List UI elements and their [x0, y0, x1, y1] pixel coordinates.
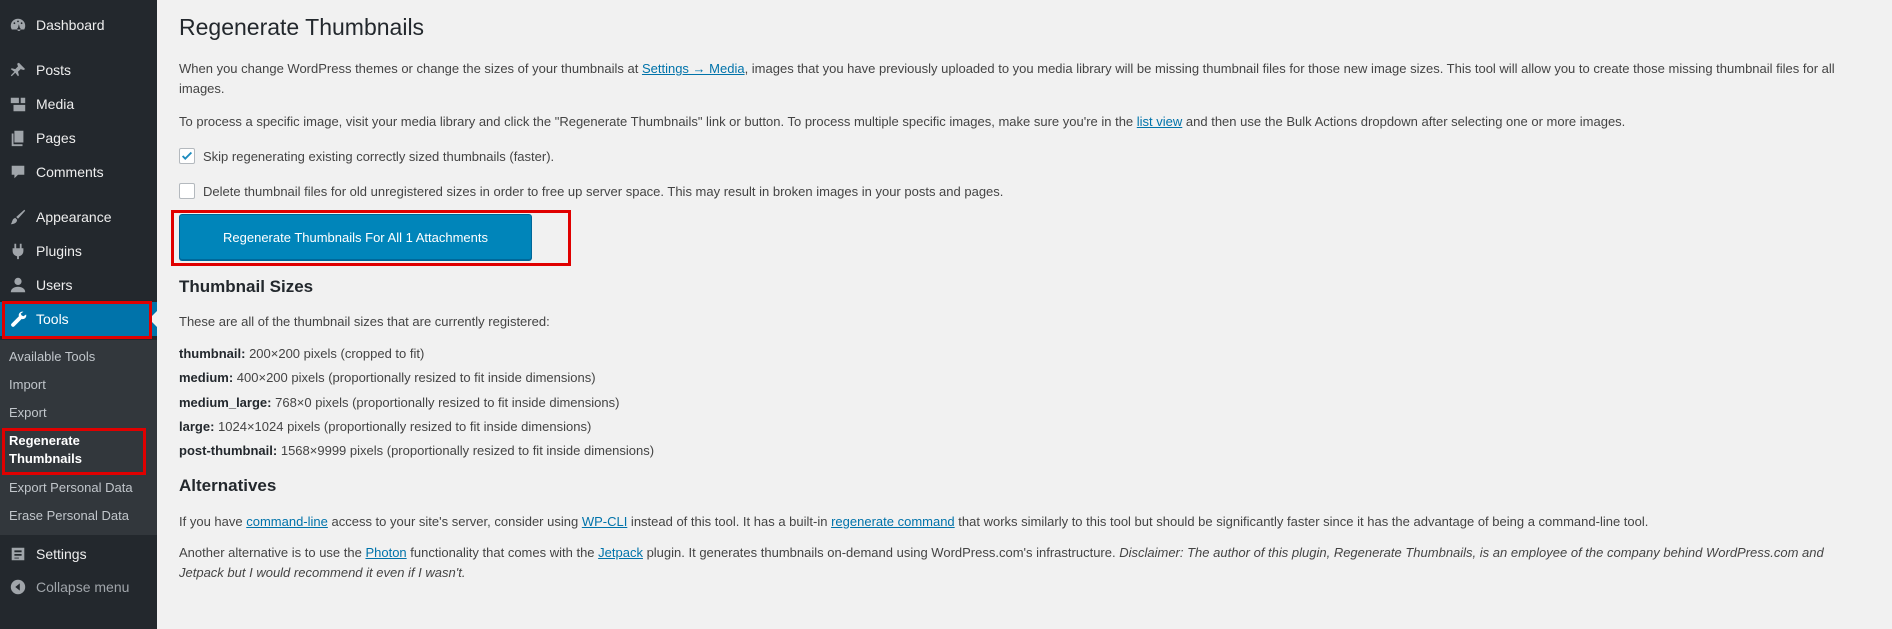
size-desc: 768×0 pixels (proportionally resized to …: [275, 395, 620, 410]
pushpin-icon: [0, 61, 36, 79]
sidebar-item-label: Dashboard: [36, 17, 105, 33]
checkmark-icon: [181, 151, 193, 160]
sidebar-item-label: Plugins: [36, 243, 82, 259]
sidebar-item-dashboard[interactable]: Dashboard: [0, 8, 157, 42]
photon-link[interactable]: Photon: [365, 545, 406, 560]
sidebar-item-label: Users: [36, 277, 73, 293]
alternatives-paragraph-2: Another alternative is to use the Photon…: [179, 543, 1869, 583]
settings-media-link[interactable]: Settings → Media: [642, 61, 745, 76]
pages-icon: [0, 129, 36, 147]
sidebar-item-label: Media: [36, 96, 75, 112]
alternatives-paragraph-1: If you have command-line access to your …: [179, 512, 1869, 532]
submenu-item-export[interactable]: Export: [9, 404, 149, 422]
list-view-link[interactable]: list view: [1137, 114, 1183, 129]
sidebar-item-appearance[interactable]: Appearance: [0, 200, 157, 234]
active-menu-arrow: [149, 311, 157, 327]
skip-existing-checkbox[interactable]: [179, 148, 195, 164]
delete-old-sizes-checkbox[interactable]: [179, 183, 195, 199]
collapse-icon: [0, 578, 36, 596]
size-desc: 200×200 pixels (cropped to fit): [249, 346, 425, 361]
regenerate-command-link[interactable]: regenerate command: [831, 514, 955, 529]
sidebar-item-label: Pages: [36, 130, 76, 146]
thumbnail-sizes-heading: Thumbnail Sizes: [179, 277, 314, 296]
skip-existing-option: Skip regenerating existing correctly siz…: [179, 148, 554, 164]
size-desc: 1024×1024 pixels (proportionally resized…: [218, 419, 592, 434]
admin-sidebar: Dashboard Posts Media Pages Comments App…: [0, 0, 157, 629]
size-name: medium_large:: [179, 395, 272, 410]
alt2-text: Another alternative is to use the: [179, 545, 366, 560]
jetpack-link[interactable]: Jetpack: [598, 545, 643, 560]
plugin-icon: [0, 242, 36, 260]
sidebar-item-label: Settings: [36, 546, 87, 562]
comment-icon: [0, 163, 36, 181]
sidebar-item-label: Posts: [36, 62, 72, 78]
submenu-item-available-tools[interactable]: Available Tools: [9, 348, 149, 366]
sidebar-item-settings[interactable]: Settings: [0, 537, 157, 571]
size-desc: 400×200 pixels (proportionally resized t…: [236, 370, 596, 385]
sidebar-item-label: Appearance: [36, 209, 112, 225]
page-title: Regenerate Thumbnails: [179, 14, 425, 40]
wp-cli-link[interactable]: WP-CLI: [582, 514, 628, 529]
submenu-item-export-personal-data[interactable]: Export Personal Data: [9, 479, 149, 497]
media-icon: [0, 95, 36, 113]
regenerate-all-button[interactable]: Regenerate Thumbnails For All 1 Attachme…: [179, 214, 532, 260]
size-item: post-thumbnail: 1568×9999 pixels (propor…: [179, 441, 654, 461]
user-icon: [0, 276, 36, 294]
alt2-text: functionality that comes with the: [406, 545, 599, 560]
delete-old-option: Delete thumbnail files for old unregiste…: [179, 183, 1003, 199]
size-name: thumbnail:: [179, 346, 246, 361]
size-name: post-thumbnail:: [179, 443, 278, 458]
dashboard-icon: [0, 16, 36, 34]
intro-paragraph: When you change WordPress themes or chan…: [179, 59, 1869, 99]
process-text: To process a specific image, visit your …: [179, 114, 1137, 129]
collapse-menu-button[interactable]: Collapse menu: [0, 570, 157, 604]
size-item: medium_large: 768×0 pixels (proportional…: [179, 393, 619, 413]
submenu-item-regenerate-thumbnails[interactable]: Regenerate Thumbnails: [9, 432, 119, 468]
sidebar-item-tools[interactable]: Tools: [0, 302, 157, 336]
sidebar-item-posts[interactable]: Posts: [0, 53, 157, 87]
size-name: large:: [179, 419, 215, 434]
alt1-text: instead of this tool. It has a built-in: [627, 514, 832, 529]
alt1-text: that works similarly to this tool but sh…: [954, 514, 1649, 529]
intro-text: When you change WordPress themes or chan…: [179, 61, 642, 76]
alt2-text: plugin. It generates thumbnails on-deman…: [642, 545, 1120, 560]
delete-old-sizes-label: Delete thumbnail files for old unregiste…: [203, 183, 1004, 199]
alt1-text: If you have: [179, 514, 247, 529]
size-item: thumbnail: 200×200 pixels (cropped to fi…: [179, 344, 424, 364]
process-text-end: and then use the Bulk Actions dropdown a…: [1182, 114, 1626, 129]
skip-existing-label: Skip regenerating existing correctly siz…: [203, 148, 555, 164]
sidebar-item-label: Comments: [36, 164, 104, 180]
sizes-intro: These are all of the thumbnail sizes tha…: [179, 314, 550, 329]
submenu-item-erase-personal-data[interactable]: Erase Personal Data: [9, 507, 149, 525]
command-line-link[interactable]: command-line: [246, 514, 328, 529]
sidebar-item-media[interactable]: Media: [0, 87, 157, 121]
tools-submenu: Available Tools Import Export Regenerate…: [0, 340, 157, 535]
wrench-icon: [0, 310, 36, 328]
sidebar-item-plugins[interactable]: Plugins: [0, 234, 157, 268]
process-paragraph: To process a specific image, visit your …: [179, 112, 1869, 132]
sidebar-item-comments[interactable]: Comments: [0, 155, 157, 189]
alt1-text: access to your site's server, consider u…: [327, 514, 582, 529]
sidebar-item-label: Collapse menu: [36, 579, 130, 595]
settings-icon: [0, 545, 36, 563]
size-item: large: 1024×1024 pixels (proportionally …: [179, 417, 591, 437]
submenu-item-import[interactable]: Import: [9, 376, 149, 394]
sidebar-item-pages[interactable]: Pages: [0, 121, 157, 155]
size-desc: 1568×9999 pixels (proportionally resized…: [280, 443, 655, 458]
size-item: medium: 400×200 pixels (proportionally r…: [179, 368, 596, 388]
size-name: medium:: [179, 370, 234, 385]
sidebar-item-users[interactable]: Users: [0, 268, 157, 302]
alternatives-heading: Alternatives: [179, 476, 277, 495]
paintbrush-icon: [0, 208, 36, 226]
sidebar-item-label: Tools: [36, 311, 69, 327]
